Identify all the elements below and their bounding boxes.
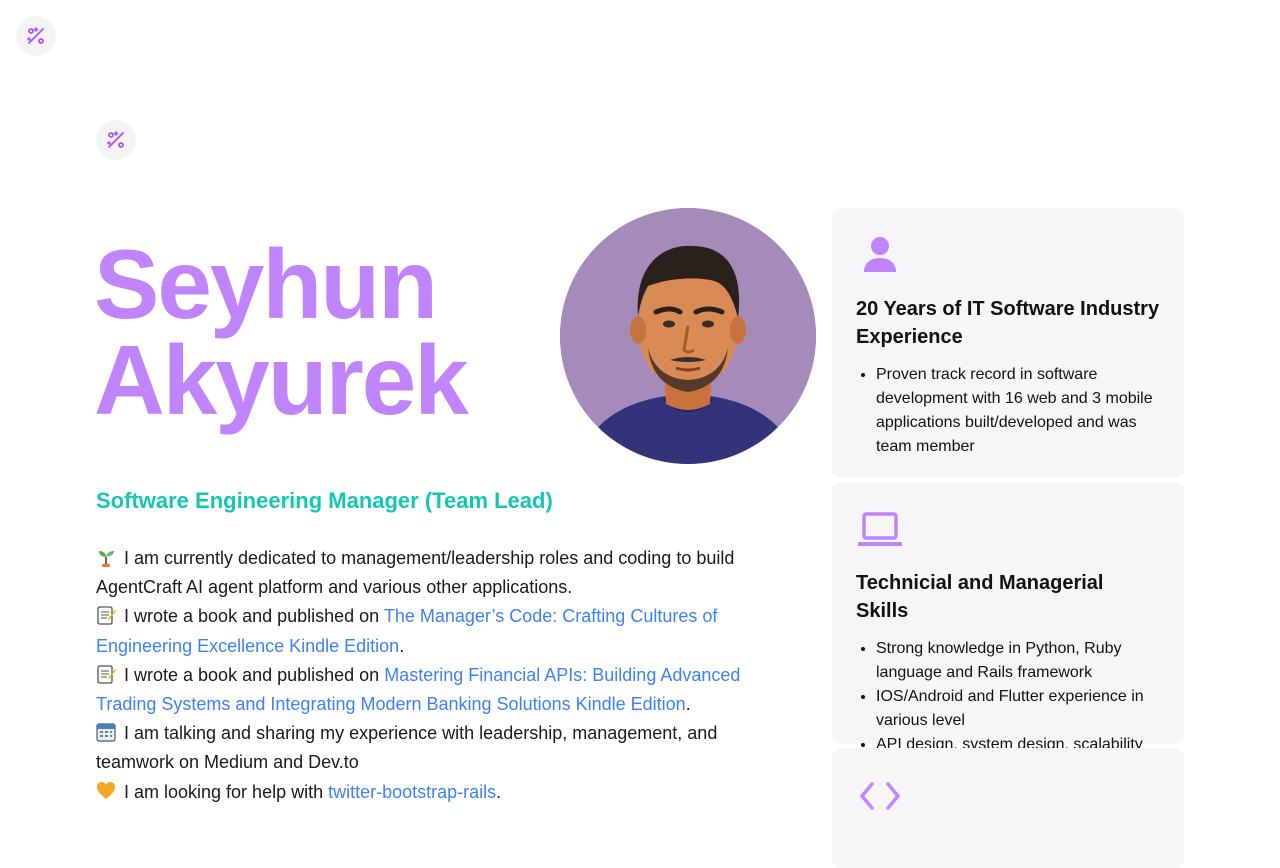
brand-logo[interactable]	[96, 120, 136, 160]
hero-name-first: Seyhun	[94, 229, 438, 339]
laptop-icon	[858, 512, 902, 546]
code-icon	[860, 782, 900, 810]
calendar-icon	[96, 723, 116, 742]
bio-text: .	[685, 694, 691, 715]
card-list: Strong knowledge in Python, Ruby languag…	[856, 637, 1160, 757]
list-item: Strong knowledge in Python, Ruby languag…	[876, 637, 1160, 685]
bio-text: I wrote a book and published on	[124, 664, 385, 685]
bio-line: I wrote a book and published on Masterin…	[96, 661, 796, 719]
repo-link-bootstrap-rails[interactable]: twitter-bootstrap-rails	[328, 782, 496, 802]
bio-text: I am talking and sharing my experience w…	[96, 723, 718, 773]
bio-text: I am looking for help with	[124, 781, 329, 802]
skills-card: Technicial and Managerial Skills Strong …	[832, 482, 1184, 753]
experience-card: 20 Years of IT Software Industry Experie…	[832, 208, 1184, 478]
card-list: Proven track record in software developm…	[856, 363, 1160, 459]
bio-line: I am talking and sharing my experience w…	[96, 719, 796, 777]
user-icon	[864, 237, 896, 272]
bio-section: I am currently dedicated to management/l…	[96, 544, 796, 807]
seedling-icon	[99, 551, 114, 567]
list-item: IOS/Android and Flutter experience in va…	[876, 685, 1160, 733]
bio-text: I wrote a book and published on	[124, 606, 384, 627]
hero-name-last: Akyurek	[94, 325, 469, 435]
bio-text: .	[496, 781, 502, 802]
sparkle-percent-icon	[107, 131, 124, 148]
sparkle-percent-icon	[27, 27, 44, 44]
list-item: Proven track record in software developm…	[876, 363, 1160, 459]
logo-button[interactable]	[16, 16, 56, 56]
heart-icon	[97, 781, 115, 799]
code-card	[832, 748, 1184, 868]
memo-icon	[97, 606, 116, 626]
bio-line: I am looking for help with twitter-boots…	[96, 778, 796, 807]
role-title: Software Engineering Manager (Team Lead)	[96, 488, 553, 513]
hero-name: Seyhun Akyurek	[94, 229, 469, 435]
bio-line: I wrote a book and published on The Mana…	[96, 602, 796, 660]
profile-photo	[560, 208, 816, 464]
avatar	[560, 208, 816, 464]
memo-icon	[97, 665, 116, 684]
card-title: Technicial and Managerial Skills	[856, 572, 1104, 622]
bio-text: I am currently dedicated to management/l…	[96, 548, 735, 598]
bio-text: .	[399, 635, 405, 656]
card-title: 20 Years of IT Software Industry Experie…	[856, 298, 1160, 348]
bio-line: I am currently dedicated to management/l…	[96, 544, 796, 602]
